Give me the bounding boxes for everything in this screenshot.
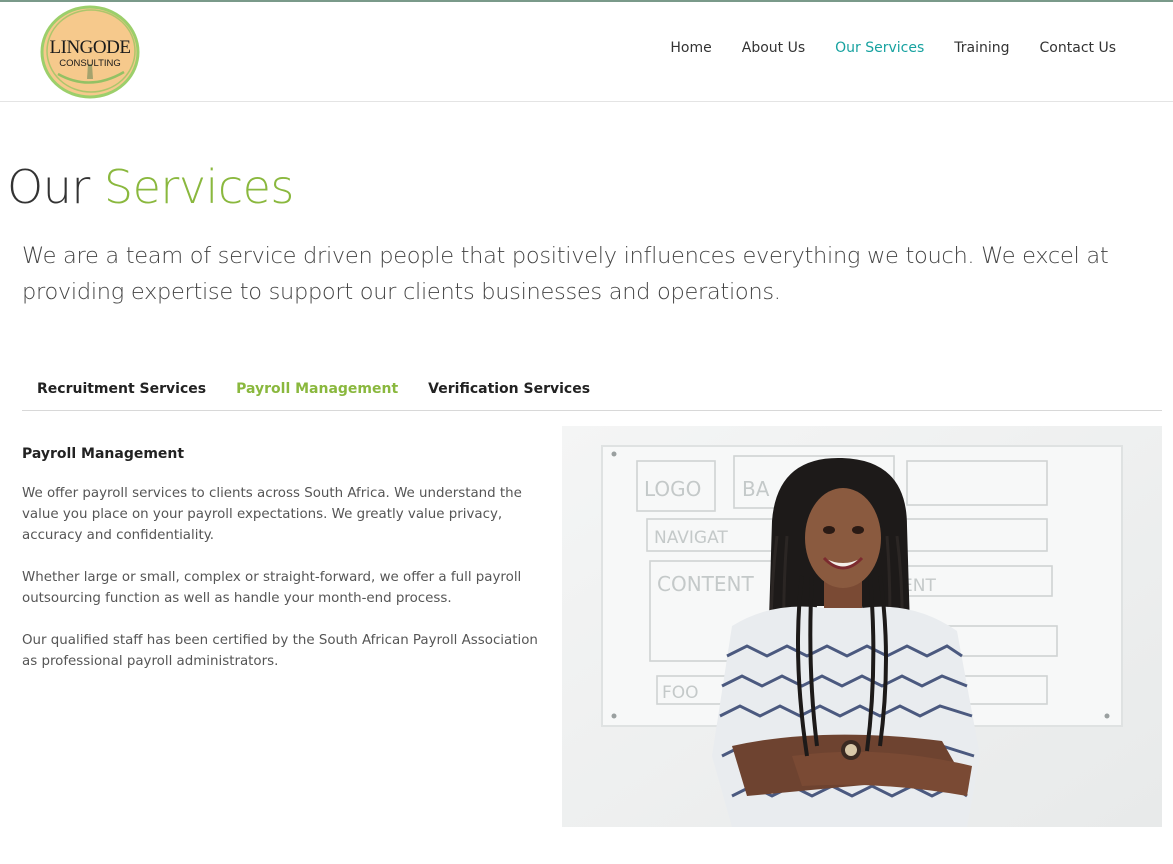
nav-about-us[interactable]: About Us <box>742 40 805 56</box>
whiteboard-text: BA <box>742 477 770 501</box>
logo-subtitle: CONSULTING <box>59 58 121 69</box>
logo-name: LINGODE <box>49 37 131 58</box>
page-title-accent: Services <box>103 160 294 214</box>
panel-paragraph: We offer payroll services to clients acr… <box>22 486 522 543</box>
brand-logo[interactable]: LINGODE CONSULTING <box>38 4 142 100</box>
tab-verification-services[interactable]: Verification Services <box>413 370 605 410</box>
panel-paragraph: Our qualified staff has been certified b… <box>22 633 538 669</box>
page-title-prefix: Our <box>7 160 90 214</box>
service-photo: LOGO BA NAVIGAT CONTENT ENT FOO <box>562 426 1162 827</box>
tab-panel: Payroll Management We offer payroll serv… <box>22 446 547 693</box>
nav-training[interactable]: Training <box>954 40 1009 56</box>
whiteboard-text: CONTENT <box>657 572 754 596</box>
panel-heading: Payroll Management <box>22 446 185 462</box>
tab-recruitment-services[interactable]: Recruitment Services <box>22 370 221 410</box>
whiteboard-text: NAVIGAT <box>654 528 728 548</box>
nav-home[interactable]: Home <box>670 40 711 56</box>
nav-contact-us[interactable]: Contact Us <box>1040 40 1116 56</box>
service-tabs: Recruitment Services Payroll Management … <box>22 370 1162 411</box>
tab-payroll-management[interactable]: Payroll Management <box>221 370 413 410</box>
main-navigation: Home About Us Our Services Training Cont… <box>670 40 1116 56</box>
panel-paragraph: Whether large or small, complex or strai… <box>22 570 522 606</box>
woman-whiteboard-image: LOGO BA NAVIGAT CONTENT ENT FOO <box>562 426 1162 827</box>
whiteboard-text: LOGO <box>644 477 701 501</box>
site-header: LINGODE CONSULTING Home About Us Our Ser… <box>0 2 1173 102</box>
nav-our-services[interactable]: Our Services <box>835 40 924 56</box>
intro-text: We are a team of service driven people t… <box>22 243 1109 305</box>
page-title: Our Services <box>7 160 294 214</box>
whiteboard-text: FOO <box>662 683 699 703</box>
